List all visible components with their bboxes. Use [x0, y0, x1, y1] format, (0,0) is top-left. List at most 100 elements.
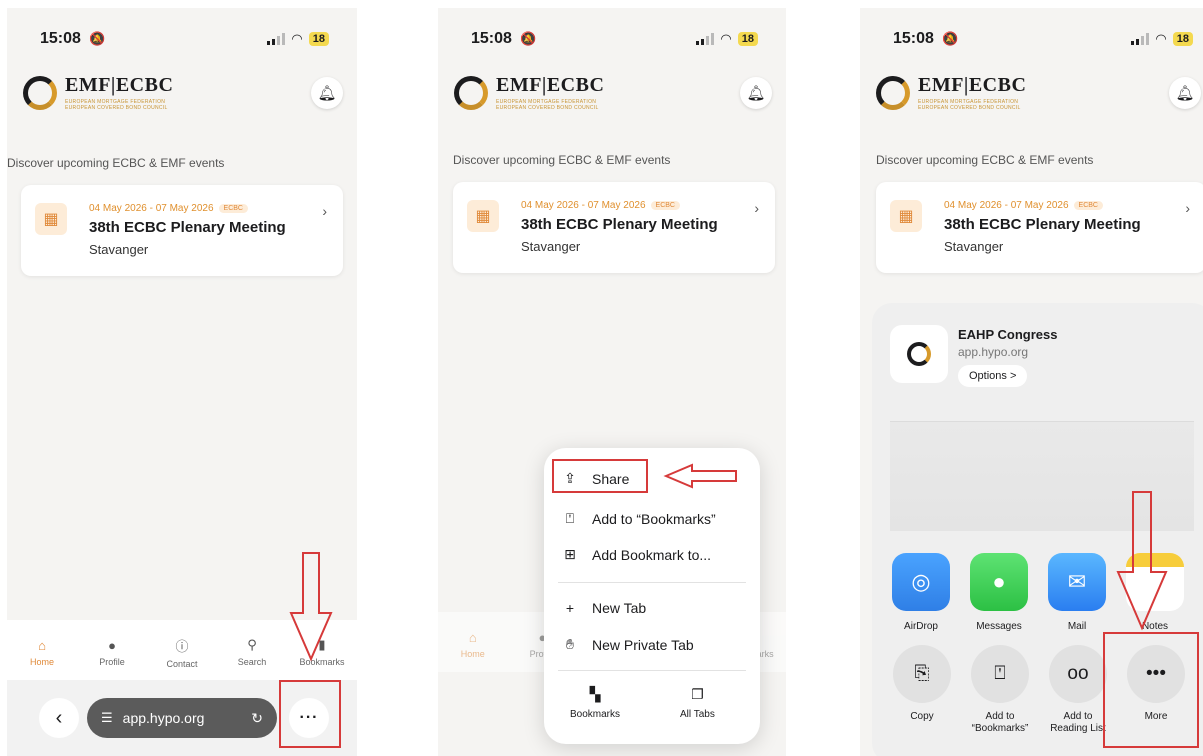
annotation-highlight-more	[279, 680, 341, 748]
wifi-icon: ◠	[720, 31, 732, 46]
screenshot-share-sheet: 15:08 🔕 ◠ 18 EMF|ECBC EUROPEAN MORTGAGE …	[860, 8, 1203, 756]
battery-indicator: 18	[1172, 32, 1193, 46]
wifi-icon: ◠	[291, 31, 303, 46]
person-icon: ●	[108, 637, 116, 653]
event-title: 38th ECBC Plenary Meeting	[89, 219, 286, 236]
battery-indicator: 18	[308, 32, 329, 46]
logo-icon	[454, 76, 488, 110]
tab-profile[interactable]: ● Profile	[82, 638, 142, 667]
discover-heading: Discover upcoming ECBC & EMF events	[453, 153, 671, 167]
calendar-icon: ▦	[890, 200, 922, 232]
event-badge: ECBC	[1073, 201, 1103, 210]
calendar-icon: ▦	[467, 200, 499, 232]
logo-icon	[23, 76, 57, 110]
airdrop-icon: ◎	[892, 553, 950, 611]
annotation-highlight-more	[1103, 632, 1199, 748]
menu-divider	[558, 670, 746, 671]
event-card[interactable]: ▦ 04 May 2026 - 07 May 2026 ECBC 38th ECB…	[21, 185, 343, 276]
logo-subtitle: EUROPEAN MORTGAGE FEDERATION EUROPEAN COV…	[496, 99, 599, 111]
tab-home[interactable]: ⌂ Home	[12, 638, 72, 667]
share-url: app.hypo.org	[958, 345, 1029, 359]
action-copy[interactable]: ⎘ Copy	[890, 645, 954, 735]
event-card[interactable]: ▦ 04 May 2026 - 07 May 2026 ECBC 38th ECB…	[876, 182, 1203, 273]
status-time: 15:08	[893, 30, 934, 47]
chevron-left-icon: ‹	[55, 706, 63, 729]
plus-icon: +	[565, 600, 575, 616]
signal-icon	[1131, 33, 1150, 45]
event-location: Stavanger	[89, 242, 149, 257]
bookmark-icon: ⍞	[565, 510, 575, 526]
copy-icon: ⎘	[893, 645, 951, 703]
event-title: 38th ECBC Plenary Meeting	[944, 216, 1141, 233]
share-app-messages[interactable]: ● Messages	[968, 553, 1030, 632]
status-bar: 15:08 🔕 ◠ 18	[7, 28, 357, 52]
search-icon: ⚲	[247, 637, 257, 652]
event-date: 04 May 2026 - 07 May 2026 ECBC	[521, 200, 680, 211]
app-header: EMF|ECBC EUROPEAN MORTGAGE FEDERATION EUR…	[876, 74, 1203, 114]
app-header: EMF|ECBC EUROPEAN MORTGAGE FEDERATION EUR…	[23, 74, 345, 114]
reload-icon[interactable]: ↻	[251, 710, 263, 727]
mail-icon: ✉	[1048, 553, 1106, 611]
bell-icon: 🔔︎	[1175, 85, 1195, 102]
silent-mode-icon: 🔕	[89, 31, 106, 46]
tabs-icon: ❐	[691, 686, 704, 702]
battery-indicator: 18	[737, 32, 758, 46]
bell-icon: 🔔︎	[317, 85, 337, 102]
share-title: EAHP Congress	[958, 327, 1058, 342]
chevron-right-icon: ›	[1185, 200, 1190, 216]
notifications-button[interactable]: 🔔︎	[311, 77, 343, 109]
annotation-arrow-down	[289, 552, 333, 662]
bell-icon: 🔔︎	[746, 85, 766, 102]
notifications-button[interactable]: 🔔︎	[1169, 77, 1201, 109]
tab-home[interactable]: ⌂ Home	[443, 630, 503, 659]
silent-mode-icon: 🔕	[942, 31, 959, 46]
chevron-right-icon: ›	[322, 203, 327, 219]
bookmark-icon: ⍞	[971, 645, 1029, 703]
hand-icon: ✋︎	[566, 636, 574, 652]
share-app-airdrop[interactable]: ◎ AirDrop	[890, 553, 952, 632]
menu-item-add-to-bookmarks[interactable]: ⍞ Add to “Bookmarks”	[562, 510, 716, 527]
logo-subtitle: EUROPEAN MORTGAGE FEDERATION EUROPEAN COV…	[65, 99, 168, 111]
signal-icon	[267, 33, 286, 45]
glasses-icon: oo	[1049, 645, 1107, 703]
tab-search[interactable]: ⚲Search	[222, 637, 282, 667]
menu-bookmarks-button[interactable]: ▚ Bookmarks	[570, 686, 620, 720]
back-button[interactable]: ‹	[39, 698, 79, 738]
tab-contact[interactable]: ⓘContact	[152, 636, 212, 669]
logo-icon	[876, 76, 910, 110]
options-button[interactable]: Options >	[958, 365, 1028, 387]
address-bar[interactable]: ☰ app.hypo.org ↻	[87, 698, 277, 738]
menu-item-new-tab[interactable]: + New Tab	[562, 600, 646, 616]
discover-heading: Discover upcoming ECBC & EMF events	[7, 156, 225, 170]
book-icon: ⊞	[564, 546, 576, 562]
event-date: 04 May 2026 - 07 May 2026 ECBC	[944, 200, 1103, 211]
logo-text: EMF|ECBC	[496, 74, 605, 96]
discover-heading: Discover upcoming ECBC & EMF events	[876, 153, 1094, 167]
action-add-to-bookmarks[interactable]: ⍞ Add to “Bookmarks”	[968, 645, 1032, 735]
silent-mode-icon: 🔕	[520, 31, 537, 46]
screenshot-browser-page: 15:08 🔕 ◠ 18 EMF|ECBC EUROPEAN MORTGAGE …	[7, 8, 357, 756]
annotation-arrow-left	[663, 463, 737, 489]
status-time: 15:08	[471, 30, 512, 47]
action-add-to-reading-list[interactable]: oo Add to Reading List	[1046, 645, 1110, 735]
address-text: app.hypo.org	[122, 710, 205, 726]
home-icon: ⌂	[468, 629, 477, 645]
event-date: 04 May 2026 - 07 May 2026 ECBC	[89, 203, 248, 214]
logo-subtitle: EUROPEAN MORTGAGE FEDERATION EUROPEAN COV…	[918, 99, 1021, 111]
site-icon	[890, 325, 948, 383]
menu-item-new-private-tab[interactable]: ✋︎ New Private Tab	[562, 636, 694, 653]
screenshot-browser-menu: 15:08 🔕 ◠ 18 EMF|ECBC EUROPEAN MORTGAGE …	[438, 8, 786, 756]
notifications-button[interactable]: 🔔︎	[740, 77, 772, 109]
event-card[interactable]: ▦ 04 May 2026 - 07 May 2026 ECBC 38th ECB…	[453, 182, 775, 273]
signal-icon	[696, 33, 715, 45]
app-header: EMF|ECBC EUROPEAN MORTGAGE FEDERATION EUR…	[454, 74, 774, 114]
event-location: Stavanger	[944, 239, 1004, 254]
page-menu-icon: ☰	[101, 710, 113, 725]
menu-all-tabs-button[interactable]: ❐ All Tabs	[680, 686, 715, 720]
share-app-mail[interactable]: ✉ Mail	[1046, 553, 1108, 632]
event-badge: ECBC	[650, 201, 680, 210]
wifi-icon: ◠	[1155, 31, 1167, 46]
menu-item-add-bookmark-to[interactable]: ⊞ Add Bookmark to...	[562, 546, 711, 563]
event-title: 38th ECBC Plenary Meeting	[521, 216, 718, 233]
annotation-highlight-share	[552, 459, 648, 493]
